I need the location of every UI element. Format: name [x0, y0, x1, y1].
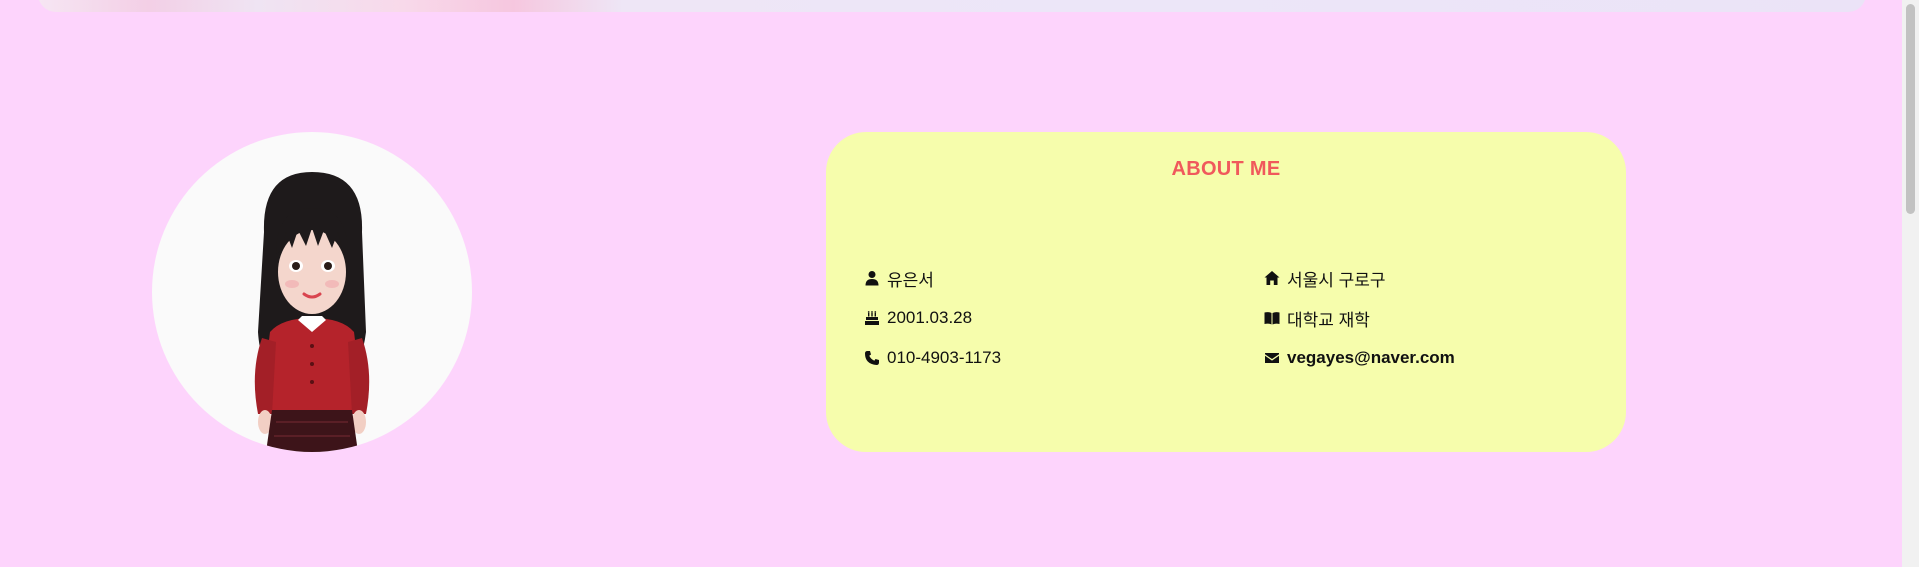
user-icon — [863, 269, 881, 287]
info-name-text: 유은서 — [887, 270, 934, 290]
avatar-illustration — [254, 172, 370, 452]
info-birthday: 2001.03.28 — [863, 306, 972, 330]
info-address-text: 서울시 구로구 — [1287, 270, 1386, 290]
envelope-icon — [1263, 349, 1281, 367]
about-me-title: ABOUT ME — [1171, 158, 1281, 180]
info-phone-text: 010-4903-1173 — [887, 348, 1002, 367]
info-education-text: 대학교 재학 — [1287, 310, 1370, 330]
info-birthday-text: 2001.03.28 — [887, 308, 973, 327]
home-icon — [1263, 269, 1281, 287]
info-education: 대학교 재학 — [1263, 306, 1370, 330]
info-address: 서울시 구로구 — [1263, 266, 1386, 290]
info-phone: 010-4903-1173 — [863, 346, 1001, 370]
birthday-cake-icon — [863, 309, 881, 327]
about-me-card: ABOUT ME 유은서 2001.03.28 010-4903-1173 서울… — [826, 132, 1626, 452]
scrollbar-thumb[interactable] — [1906, 4, 1915, 214]
profile-avatar — [152, 132, 472, 452]
book-icon — [1263, 309, 1281, 327]
info-email: vegayes@naver.com — [1263, 346, 1455, 370]
info-email-text[interactable]: vegayes@naver.com — [1287, 348, 1455, 368]
phone-icon — [863, 349, 881, 367]
info-name: 유은서 — [863, 266, 934, 290]
page-scrollbar[interactable] — [1902, 0, 1919, 567]
top-banner-image — [38, 0, 1866, 12]
